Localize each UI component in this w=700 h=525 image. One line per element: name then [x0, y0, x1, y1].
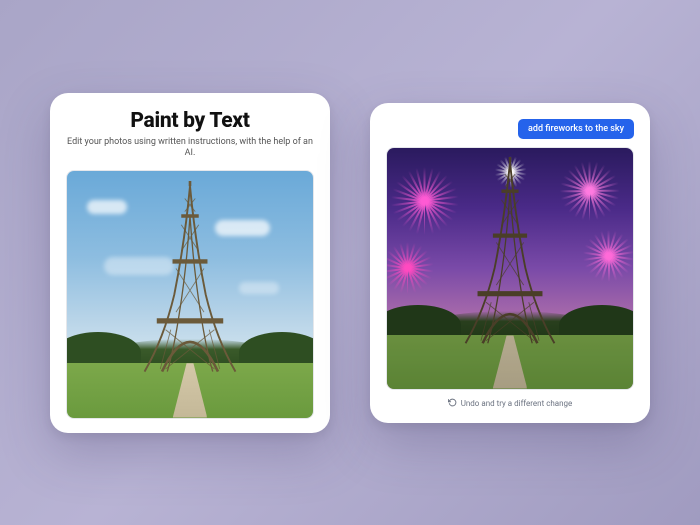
undo-link[interactable]: Undo and try a different change [386, 398, 634, 409]
edited-panel: add fireworks to the sky [370, 103, 650, 423]
original-image[interactable] [66, 170, 314, 419]
undo-label: Undo and try a different change [461, 399, 573, 408]
undo-icon [448, 398, 457, 409]
eiffel-tower-icon [453, 157, 566, 345]
prompt-chip[interactable]: add fireworks to the sky [518, 119, 634, 139]
app-title: Paint by Text [66, 109, 314, 133]
eiffel-tower-icon [133, 181, 246, 373]
original-panel: Paint by Text Edit your photos using wri… [50, 93, 330, 433]
app-subtitle: Edit your photos using written instructi… [66, 137, 314, 160]
edited-image[interactable] [386, 147, 634, 390]
